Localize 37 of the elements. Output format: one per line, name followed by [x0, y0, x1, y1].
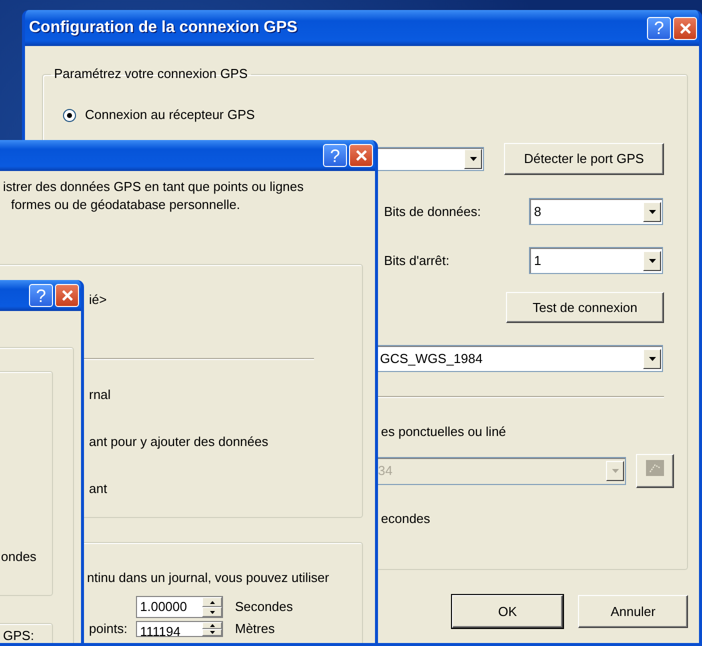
note-text: ntinu dans un journal, vous pouvez utiliser: [87, 570, 330, 586]
spin-buttons[interactable]: [201, 622, 222, 636]
detect-port-button[interactable]: Détecter le port GPS: [504, 143, 664, 175]
field-label: GPS:: [3, 628, 36, 643]
field-label: points:: [89, 621, 128, 637]
close-button[interactable]: [349, 144, 373, 167]
group-title: Paramétrez votre connexion GPS: [53, 66, 249, 82]
number-field[interactable]: 1.00000: [136, 596, 223, 618]
field-label: ondes: [1, 549, 38, 565]
ok-button[interactable]: OK: [452, 595, 563, 628]
unit-label: Mètres: [235, 621, 275, 637]
close-icon: [678, 22, 692, 34]
output-label: ié>: [89, 292, 108, 308]
number-field[interactable]: 111194: [136, 621, 223, 637]
window-title: Configuration de la connexion GPS: [29, 18, 298, 38]
test-connection-button[interactable]: Test de connexion: [506, 292, 664, 323]
option-label: ant: [89, 481, 108, 497]
dropdown[interactable]: 1: [529, 247, 663, 274]
field-label: Bits de données:: [384, 204, 482, 220]
close-icon: [60, 289, 74, 302]
dropdown[interactable]: 8: [529, 198, 663, 225]
option-label: rnal: [89, 387, 112, 403]
cancel-button[interactable]: Annuler: [578, 595, 688, 628]
field-label: econdes: [381, 511, 432, 527]
radio-button[interactable]: [63, 108, 76, 122]
spin-buttons[interactable]: [201, 597, 222, 617]
option-label: ant pour y ajouter des données: [89, 434, 270, 450]
unit-label: Secondes: [235, 599, 293, 615]
close-button[interactable]: [55, 284, 79, 307]
close-button[interactable]: [673, 16, 697, 40]
description-text: formes ou de géodatabase personnelle.: [11, 197, 242, 213]
description-text: istrer des données GPS en tant que points ou lignes: [3, 179, 305, 195]
field-label: Bits d'arrêt:: [384, 252, 450, 268]
radio-label: Connexion au récepteur GPS: [85, 107, 255, 123]
field-label: es ponctuelles ou liné: [381, 424, 508, 440]
close-icon: [354, 149, 368, 162]
layer-icon: [646, 460, 664, 476]
